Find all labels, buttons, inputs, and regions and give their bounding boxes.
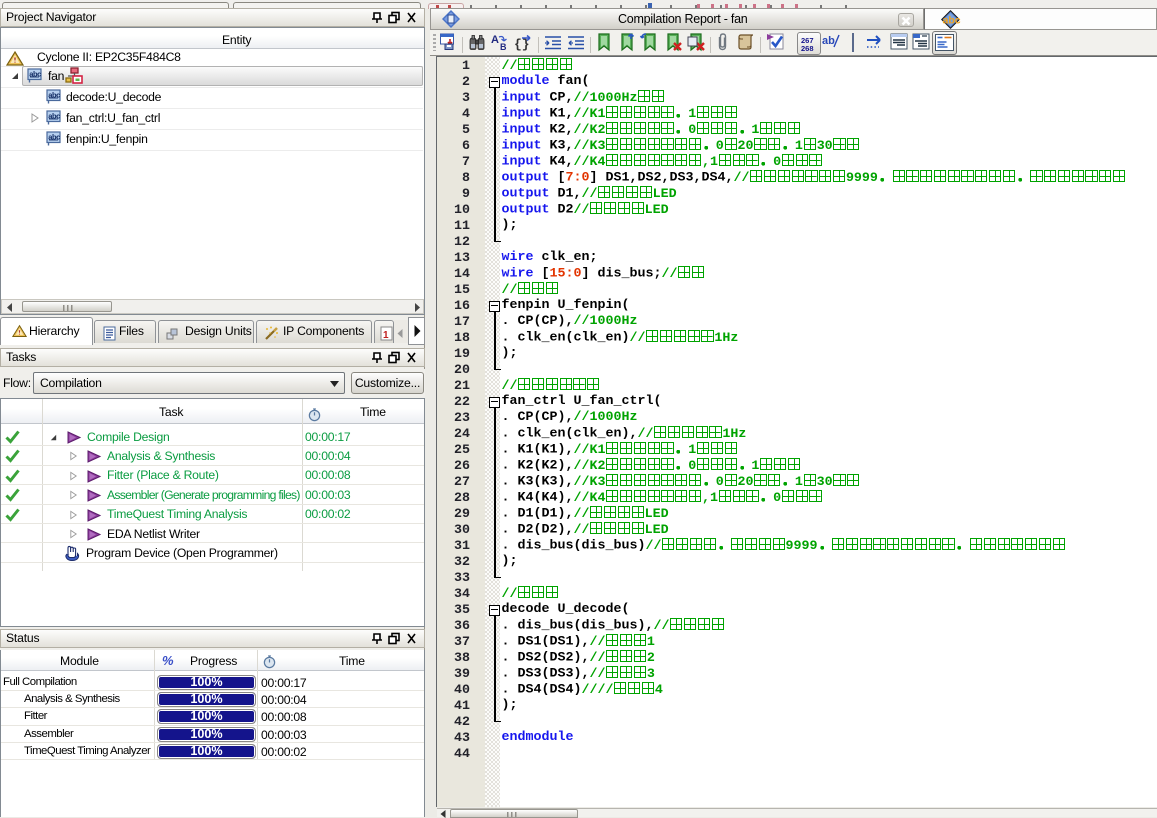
svg-text:ab: ab bbox=[822, 35, 835, 47]
svg-text:{}: {} bbox=[514, 37, 530, 52]
svg-text:A: A bbox=[491, 34, 499, 46]
svg-text:B: B bbox=[500, 42, 507, 52]
svg-text:268: 268 bbox=[801, 44, 814, 53]
svg-text:abc: abc bbox=[943, 15, 961, 27]
svg-text:1: 1 bbox=[383, 330, 389, 341]
